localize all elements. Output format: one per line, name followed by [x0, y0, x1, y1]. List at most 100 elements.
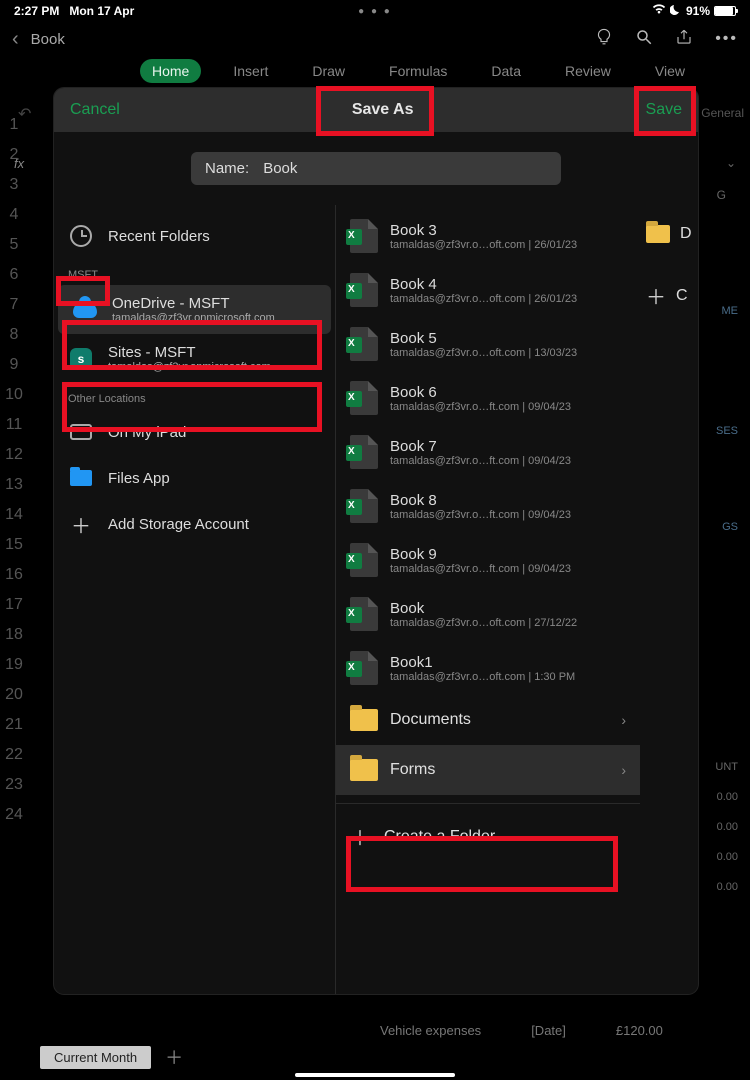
- excel-file-icon: X: [350, 543, 378, 577]
- add-storage-account[interactable]: ＋ Add Storage Account: [54, 501, 335, 547]
- tab-review[interactable]: Review: [553, 59, 623, 83]
- file-item[interactable]: X Book 5tamaldas@zf3vr.o…oft.com | 13/03/…: [336, 317, 640, 371]
- files-app-label: Files App: [108, 470, 170, 487]
- recent-folders-label: Recent Folders: [108, 228, 210, 245]
- right-peek-column: D ＋ C: [640, 205, 698, 994]
- file-name: Book: [390, 600, 626, 617]
- file-meta: tamaldas@zf3vr.o…ft.com | 09/04/23: [390, 455, 626, 467]
- highlight-box: [56, 276, 110, 306]
- multitask-dots[interactable]: ● ● ●: [358, 6, 392, 17]
- add-storage-label: Add Storage Account: [108, 516, 249, 533]
- peek-folder-d[interactable]: D: [640, 215, 698, 253]
- excel-file-icon: X: [350, 597, 378, 631]
- file-item[interactable]: X Book 4tamaldas@zf3vr.o…oft.com | 26/01/…: [336, 263, 640, 317]
- formula-expand-icon[interactable]: ⌄: [726, 156, 736, 170]
- excel-file-icon: X: [350, 273, 378, 307]
- lightbulb-icon[interactable]: [595, 28, 613, 51]
- file-name: Book 8: [390, 492, 626, 509]
- bg-column-hints: ME SES GS UNT 0.00 0.00 0.00 0.00: [715, 296, 738, 902]
- excel-file-icon: X: [350, 651, 378, 685]
- file-item[interactable]: X Book 8tamaldas@zf3vr.o…ft.com | 09/04/2…: [336, 479, 640, 533]
- file-name: Book 5: [390, 330, 626, 347]
- wifi-icon: [652, 4, 666, 18]
- file-name: Book 9: [390, 546, 626, 563]
- file-meta: tamaldas@zf3vr.o…oft.com | 13/03/23: [390, 347, 626, 359]
- clock-icon: [68, 223, 94, 249]
- file-meta: tamaldas@zf3vr.o…ft.com | 09/04/23: [390, 509, 626, 521]
- plus-icon: ＋: [68, 511, 94, 537]
- status-bar: 2:27 PM Mon 17 Apr ● ● ● 91%: [0, 0, 750, 22]
- file-name: Book 3: [390, 222, 626, 239]
- document-title[interactable]: Book: [31, 31, 65, 48]
- share-icon[interactable]: [675, 28, 693, 51]
- file-item[interactable]: XBook 6tamaldas@zf3vr.o…ft.com | 09/04/2…: [336, 371, 640, 425]
- folder-icon: [646, 225, 670, 243]
- tab-view[interactable]: View: [643, 59, 697, 83]
- file-meta: tamaldas@zf3vr.o…oft.com | 27/12/22: [390, 617, 626, 629]
- moon-icon: [670, 4, 682, 19]
- file-item[interactable]: X Book 3tamaldas@zf3vr.o…oft.com | 26/01/…: [336, 209, 640, 263]
- number-format-label: General: [701, 106, 744, 120]
- highlight-box: [62, 320, 322, 370]
- file-name: Book 4: [390, 276, 626, 293]
- plus-icon: ＋: [646, 281, 666, 310]
- files-app[interactable]: Files App: [54, 455, 335, 501]
- folder-icon: [350, 759, 378, 781]
- excel-file-icon: X: [350, 489, 378, 523]
- home-indicator[interactable]: [295, 1073, 455, 1077]
- file-item[interactable]: X Booktamaldas@zf3vr.o…oft.com | 27/12/22: [336, 587, 640, 641]
- folder-icon: [68, 465, 94, 491]
- tab-formulas[interactable]: Formulas: [377, 59, 459, 83]
- filename-row: Name:: [54, 132, 698, 205]
- file-name: Book 7: [390, 438, 626, 455]
- row-headers: 123456789101112131415161718192021222324: [0, 110, 28, 830]
- folder-documents-label: Documents: [390, 711, 471, 729]
- excel-file-icon: X: [350, 219, 378, 253]
- excel-file-icon: X: [350, 327, 378, 361]
- onedrive-title: OneDrive - MSFT: [112, 295, 230, 312]
- back-chevron-icon[interactable]: ‹: [12, 28, 19, 51]
- highlight-box: [316, 86, 434, 136]
- highlight-box: [62, 382, 322, 432]
- file-meta: tamaldas@zf3vr.o…oft.com | 26/01/23: [390, 239, 626, 251]
- peek-label-c: C: [676, 287, 688, 305]
- folder-forms-label: Forms: [390, 761, 435, 779]
- file-name: Book1: [390, 654, 626, 671]
- peek-label-d: D: [680, 225, 692, 243]
- peek-create[interactable]: ＋ C: [640, 271, 698, 320]
- folder-forms[interactable]: Forms ›: [336, 745, 640, 795]
- search-icon[interactable]: [635, 28, 653, 51]
- cancel-button[interactable]: Cancel: [70, 101, 120, 119]
- file-meta: tamaldas@zf3vr.o…ft.com | 09/04/23: [390, 563, 626, 575]
- file-item[interactable]: X Book 9tamaldas@zf3vr.o…ft.com | 09/04/2…: [336, 533, 640, 587]
- sheet-tabs: Current Month ＋: [40, 1044, 183, 1070]
- add-sheet-button[interactable]: ＋: [165, 1044, 183, 1070]
- more-icon[interactable]: •••: [715, 30, 738, 48]
- app-header: ‹ Book •••: [0, 22, 750, 56]
- excel-file-icon: X: [350, 435, 378, 469]
- tab-draw[interactable]: Draw: [300, 59, 357, 83]
- ribbon-tabs: Home Insert Draw Formulas Data Review Vi…: [0, 56, 750, 86]
- sheet-tab-current[interactable]: Current Month: [40, 1046, 151, 1069]
- excel-file-icon: X: [350, 381, 378, 415]
- filename-label: Name:: [205, 160, 249, 177]
- battery-icon: [714, 6, 736, 16]
- file-item[interactable]: XBook1tamaldas@zf3vr.o…oft.com | 1:30 PM: [336, 641, 640, 695]
- file-meta: tamaldas@zf3vr.o…oft.com | 26/01/23: [390, 293, 626, 305]
- chevron-right-icon: ›: [621, 762, 626, 778]
- tab-insert[interactable]: Insert: [221, 59, 280, 83]
- bg-row-data: Vehicle expenses [Date] £120.00: [380, 1023, 663, 1038]
- status-date: Mon 17 Apr: [69, 4, 134, 18]
- folder-documents[interactable]: Documents ›: [336, 695, 640, 745]
- highlight-box: [634, 86, 696, 136]
- file-name: Book 6: [390, 384, 626, 401]
- chevron-right-icon: ›: [621, 712, 626, 728]
- battery-percent: 91%: [686, 4, 710, 18]
- folder-icon: [350, 709, 378, 731]
- tab-data[interactable]: Data: [479, 59, 533, 83]
- filename-input[interactable]: [263, 160, 547, 177]
- tab-home[interactable]: Home: [140, 59, 201, 83]
- file-item[interactable]: X Book 7tamaldas@zf3vr.o…ft.com | 09/04/2…: [336, 425, 640, 479]
- recent-folders[interactable]: Recent Folders: [54, 213, 335, 259]
- column-header-g: G: [717, 188, 726, 202]
